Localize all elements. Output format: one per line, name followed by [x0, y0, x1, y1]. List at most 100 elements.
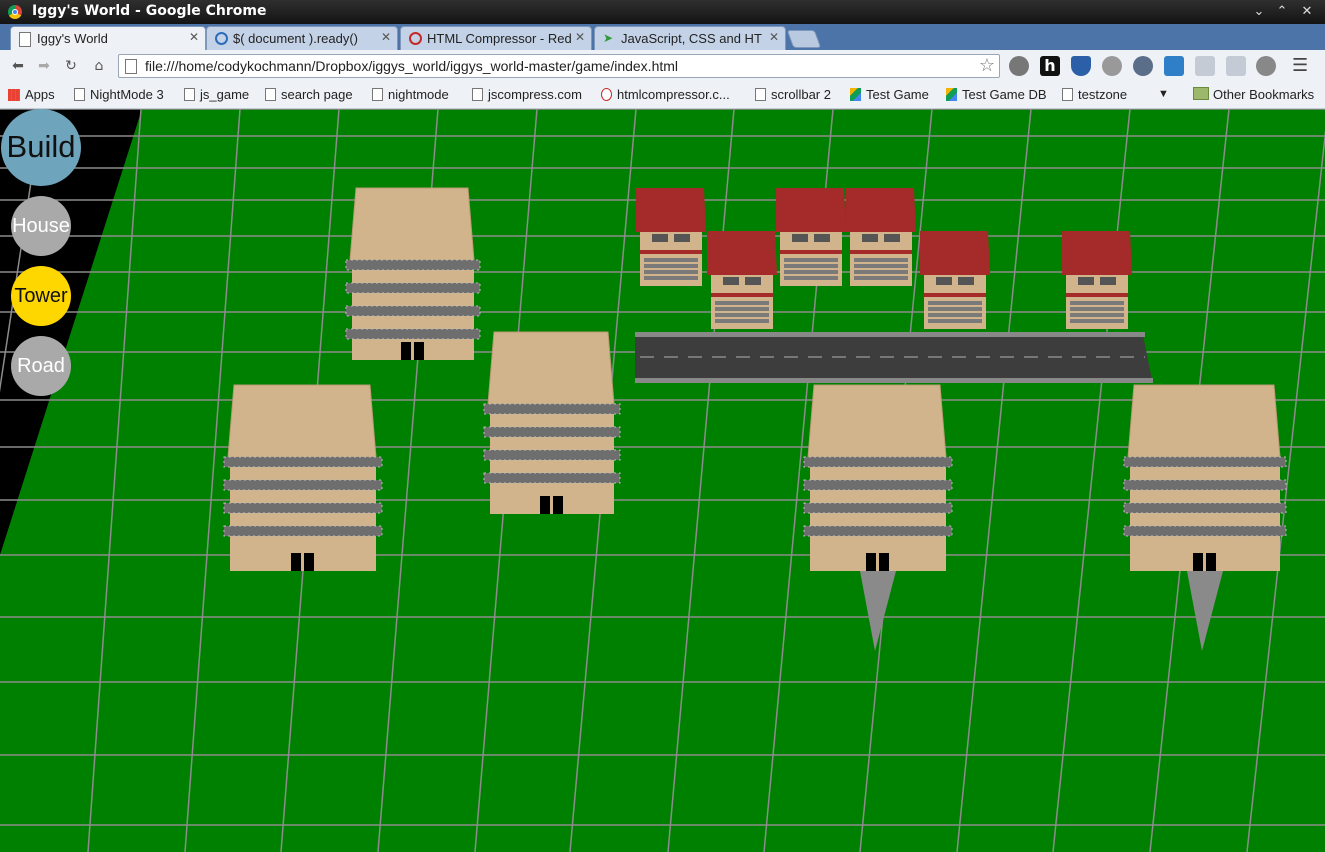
compressor-icon — [409, 32, 422, 45]
tower-balcony — [1124, 503, 1286, 513]
new-tab-button[interactable] — [786, 30, 822, 48]
house-awning — [711, 293, 773, 297]
extension-icon[interactable] — [1133, 56, 1153, 76]
bookmark-item[interactable]: Test Game DB — [946, 87, 1047, 102]
address-bar[interactable]: file:///home/codykochmann/Dropbox/iggys_… — [118, 54, 1000, 78]
garage-door-slat — [715, 313, 769, 317]
house-building — [846, 188, 916, 286]
camera-icon[interactable] — [1164, 56, 1184, 76]
road-curb — [635, 332, 1145, 337]
page-icon — [372, 88, 383, 101]
tab-javascript-css[interactable]: ➤ JavaScript, CSS and HT ✕ — [594, 26, 786, 50]
tower-door — [414, 342, 424, 360]
house-roof — [920, 231, 990, 275]
house-building — [707, 231, 777, 329]
house-awning — [1066, 293, 1128, 297]
road[interactable] — [635, 332, 1153, 383]
bookmark-label: Other Bookmarks — [1213, 87, 1315, 102]
bookmark-star-icon[interactable]: ☆ — [979, 55, 995, 76]
road-curb — [635, 378, 1153, 383]
page-icon — [472, 88, 483, 101]
shield-icon[interactable] — [1071, 56, 1091, 76]
close-tab-icon[interactable]: ✕ — [189, 30, 199, 44]
tab-document-ready[interactable]: $( document ).ready() ✕ — [206, 26, 398, 50]
sync-icon[interactable] — [1256, 56, 1276, 76]
tab-iggys-world[interactable]: Iggy's World ✕ — [10, 26, 206, 50]
page-icon — [74, 88, 85, 101]
tower-balcony — [484, 473, 620, 483]
forward-icon[interactable]: ➡ — [35, 57, 53, 75]
close-window-icon[interactable]: ✕ — [1298, 3, 1316, 21]
home-icon[interactable]: ⌂ — [90, 57, 108, 75]
tab-strip: Iggy's World ✕ $( document ).ready() ✕ H… — [0, 24, 1325, 50]
bookmark-label: Apps — [25, 87, 55, 102]
reload-icon[interactable]: ↻ — [62, 57, 80, 75]
bookmark-item[interactable]: Test Game — [850, 87, 929, 102]
road-button[interactable]: Road — [11, 336, 71, 396]
house-button[interactable]: House — [11, 196, 71, 256]
garage-door-slat — [928, 301, 982, 305]
tower-roof — [349, 187, 475, 261]
bookmark-label: NightMode 3 — [90, 87, 164, 102]
tab-label: $( document ).ready() — [233, 31, 358, 46]
garage-door-slat — [1070, 301, 1124, 305]
garage-door-slat — [928, 307, 982, 311]
bookmark-item[interactable]: jscompress.com — [472, 87, 582, 102]
house-building — [1062, 231, 1132, 329]
house-roof — [1062, 231, 1132, 275]
garage-door-slat — [928, 319, 982, 323]
tab-label: JavaScript, CSS and HT — [621, 31, 762, 46]
tower-button[interactable]: Tower — [11, 266, 71, 326]
house-window — [1100, 277, 1116, 285]
title-bar: Iggy's World - Google Chrome ⌄ ⌃ ✕ — [0, 0, 1325, 24]
bookmark-item[interactable]: scrollbar 2 — [755, 87, 831, 102]
close-tab-icon[interactable]: ✕ — [575, 30, 585, 44]
house-window — [958, 277, 974, 285]
bookmark-label: Test Game DB — [962, 87, 1047, 102]
h-extension-icon[interactable]: h — [1040, 56, 1060, 76]
menu-icon[interactable]: ☰ — [1292, 56, 1312, 76]
other-bookmarks[interactable]: Other Bookmarks — [1193, 87, 1314, 102]
chevron-down-icon[interactable]: ▼ — [1158, 88, 1169, 100]
house-roof — [636, 188, 706, 232]
house-window — [814, 234, 830, 242]
bookmark-item[interactable]: htmlcompressor.c... — [601, 87, 730, 102]
tower-balcony — [346, 306, 480, 316]
build-button[interactable]: Build — [1, 109, 81, 186]
cast-icon[interactable] — [1195, 56, 1215, 76]
tower-door — [1193, 553, 1203, 571]
tower-balcony — [346, 260, 480, 270]
bookmark-label: htmlcompressor.c... — [617, 87, 730, 102]
bookmark-label: js_game — [200, 87, 250, 102]
bookmark-item[interactable]: search page — [265, 87, 353, 102]
close-tab-icon[interactable]: ✕ — [381, 30, 391, 44]
tower-door — [553, 496, 563, 514]
garage-door-slat — [784, 258, 838, 262]
pocket-icon[interactable] — [1009, 56, 1029, 76]
game-scene[interactable] — [0, 109, 1325, 852]
tower-balcony — [1124, 526, 1286, 536]
garage-door-slat — [784, 276, 838, 280]
house-roof — [707, 231, 777, 275]
garage-door-slat — [644, 276, 698, 280]
house-window — [723, 277, 739, 285]
close-tab-icon[interactable]: ✕ — [769, 30, 779, 44]
bookmark-item[interactable]: nightmode — [372, 87, 449, 102]
hand-icon[interactable] — [1102, 56, 1122, 76]
bookmark-item[interactable]: NightMode 3 — [74, 87, 164, 102]
browser-chrome: Iggy's World - Google Chrome ⌄ ⌃ ✕ Iggy'… — [0, 0, 1325, 109]
tab-html-compressor[interactable]: HTML Compressor - Red ✕ — [400, 26, 592, 50]
garage-door-slat — [784, 264, 838, 268]
apps-bookmark[interactable]: Apps — [8, 87, 55, 102]
tower-balcony — [224, 457, 382, 467]
tower-balcony — [224, 526, 382, 536]
maximize-icon[interactable]: ⌃ — [1273, 3, 1291, 21]
tower-balcony — [1124, 480, 1286, 490]
bookmark-item[interactable]: testzone — [1062, 87, 1127, 102]
minimize-icon[interactable]: ⌄ — [1250, 3, 1268, 21]
tower-building — [223, 384, 383, 571]
bookmark-item[interactable]: js_game — [184, 87, 249, 102]
back-icon[interactable]: ⬅ — [9, 57, 27, 75]
download-icon[interactable] — [1226, 56, 1246, 76]
house-window — [792, 234, 808, 242]
